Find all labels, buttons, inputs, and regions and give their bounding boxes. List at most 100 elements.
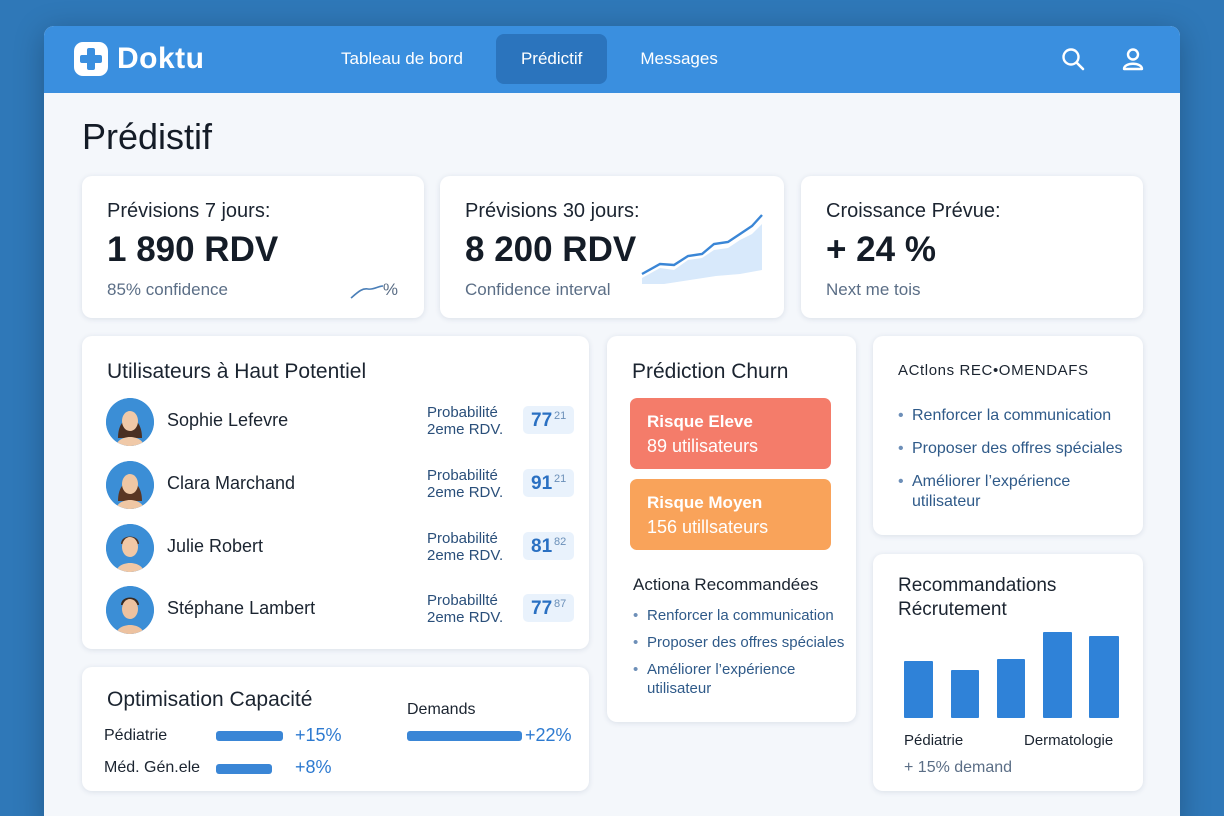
- forecast-sparkline: [641, 214, 763, 284]
- avatar: [106, 586, 154, 634]
- kpi-card-growth: Croissance Prévue: + 24 % Next me tois: [801, 176, 1143, 318]
- score-secondary: 21: [554, 410, 567, 422]
- demands-value: +22%: [525, 725, 572, 745]
- search-icon[interactable]: [1060, 46, 1086, 72]
- probability-label-line2: 2eme RDV.: [427, 421, 504, 438]
- page-title: Prédistif: [82, 116, 213, 157]
- recommended-actions-card: ACtlons REC•OMENDAFS Renforcer la commun…: [873, 336, 1143, 535]
- capacity-label: Pédiatrie: [104, 727, 168, 744]
- score-value: 81: [531, 536, 553, 557]
- list-item[interactable]: Sophie Lefevre Probabilité 2eme RDV. 77 …: [106, 398, 576, 448]
- probability-label: Probabilité 2eme RDV.: [427, 467, 503, 501]
- score-badge: 91 21: [523, 469, 574, 497]
- card-title: Recommandations Récrutement: [898, 574, 1056, 622]
- recruitment-bar: [951, 670, 979, 718]
- main-nav: Tableau de bord Prédictif Messages: [316, 34, 751, 84]
- nav-tab-predictive[interactable]: Prédictif: [495, 34, 608, 84]
- top-bar: Doktu Tableau de bord Prédictif Messages: [44, 26, 1180, 93]
- kpi-label: Croissance Prévue:: [826, 200, 1001, 222]
- axis-label-left: Pédiatrie: [904, 732, 964, 749]
- high-potential-users-card: Utilisateurs à Haut Potentiel Sophie Lef…: [82, 336, 589, 649]
- probability-label-line1: Probabilité: [427, 530, 498, 547]
- kpi-subtext: 85% confidence: [107, 280, 228, 299]
- score-secondary: 21: [554, 473, 567, 485]
- probability-label-line1: Probabilité: [427, 404, 498, 421]
- probability-label-line2: 2eme RDV.: [427, 484, 504, 501]
- actions-list: Renforcer la communication Proposer des …: [898, 406, 1136, 512]
- list-item[interactable]: Stéphane Lambert Probabillté 2eme RDV. 7…: [106, 586, 576, 636]
- user-name: Stéphane Lambert: [167, 598, 316, 618]
- top-actions: [1026, 46, 1146, 72]
- capacity-value: +8%: [295, 757, 332, 777]
- risk-title: Risque Moyen: [647, 493, 763, 512]
- probability-label-line1: Probabillté: [427, 592, 498, 609]
- avatar: [106, 461, 154, 509]
- user-name: Sophie Lefevre: [167, 410, 289, 430]
- capacity-bar: [216, 731, 283, 741]
- list-item: Renforcer la communication: [633, 606, 855, 625]
- user-name: Julie Robert: [167, 536, 264, 556]
- capacity-optimization-card: Optimisation Capacité Pédiatrie +15% Méd…: [82, 667, 589, 791]
- medical-cross-icon: [74, 42, 108, 76]
- card-title-line2: Récrutement: [898, 599, 1007, 620]
- score-value: 77: [531, 598, 553, 619]
- list-item[interactable]: Clara Marchand Probabilité 2eme RDV. 91 …: [106, 461, 576, 511]
- risk-count: 156 utillsateurs: [647, 517, 769, 537]
- recruitment-bar: [904, 661, 933, 718]
- capacity-label: Méd. Gén.ele: [104, 759, 201, 776]
- probability-label: Probabilité 2eme RDV.: [427, 404, 503, 438]
- risk-high-box[interactable]: Risque Eleve 89 utilisateurs: [630, 398, 831, 469]
- card-title: ACtlons REC•OMENDAFS: [898, 362, 1089, 379]
- capacity-value: +15%: [295, 725, 342, 745]
- demands-bar: [407, 731, 522, 741]
- score-badge: 77 21: [523, 406, 574, 434]
- probability-label-line2: 2eme RDV.: [427, 547, 504, 564]
- score-secondary: 82: [554, 536, 567, 548]
- card-title: Prédiction Churn: [632, 360, 789, 383]
- score-badge: 77 87: [523, 594, 574, 622]
- risk-title: Risque Eleve: [647, 412, 753, 431]
- recruitment-card: Recommandations Récrutement Pédiatrie De…: [873, 554, 1143, 791]
- card-title: Optimisation Capacité: [107, 688, 313, 711]
- logo[interactable]: Doktu: [74, 42, 205, 76]
- kpi-label: Prévisions 30 jours:: [465, 200, 640, 222]
- recruitment-bar: [1089, 636, 1119, 718]
- kpi-value: + 24 %: [826, 230, 936, 269]
- card-title: Utilisateurs à Haut Potentiel: [107, 360, 367, 383]
- capacity-bar: [216, 764, 272, 774]
- app-name: Doktu: [117, 42, 205, 75]
- user-name: Clara Marchand: [167, 473, 296, 493]
- churn-prediction-card: Prédiction Churn Risque Eleve 89 utilisa…: [607, 336, 856, 722]
- recruitment-bar: [1043, 632, 1072, 718]
- kpi-card-30-days: Prévisions 30 jours: 8 200 RDV Confidenc…: [440, 176, 784, 318]
- kpi-subtext: Next me tois: [826, 280, 921, 299]
- churn-actions-list: Renforcer la communication Proposer des …: [633, 606, 855, 698]
- demands-label: Demands: [407, 701, 476, 718]
- mini-trend-icon: [350, 285, 384, 299]
- list-item: Proposer des offres spéciales: [898, 439, 1136, 459]
- avatar: [106, 524, 154, 572]
- probability-label-line1: Probabilité: [427, 467, 498, 484]
- card-title-line1: Recommandations: [898, 575, 1057, 596]
- demand-footer: + 15% demand: [904, 759, 1013, 776]
- kpi-percent-sign: %: [382, 280, 398, 299]
- risk-medium-box[interactable]: Risque Moyen 156 utillsateurs: [630, 479, 831, 550]
- list-item: Améliorer l’expérience utilisateur: [898, 472, 1136, 512]
- probability-label: Probabilité 2eme RDV.: [427, 530, 503, 564]
- kpi-card-7-days: Prévisions 7 jours: 1 890 RDV 85% confid…: [82, 176, 424, 318]
- score-secondary: 87: [554, 598, 567, 610]
- kpi-value: 1 890 RDV: [107, 230, 279, 269]
- score-value: 91: [531, 473, 553, 494]
- list-item: Renforcer la communication: [898, 406, 1136, 426]
- probability-label: Probabillté 2eme RDV.: [427, 592, 503, 626]
- app-window: Doktu Tableau de bord Prédictif Messages…: [44, 26, 1180, 816]
- list-item[interactable]: Julie Robert Probabilité 2eme RDV. 81 82: [106, 524, 576, 574]
- kpi-label: Prévisions 7 jours:: [107, 200, 271, 222]
- recruitment-bar: [997, 659, 1025, 718]
- score-badge: 81 82: [523, 532, 574, 560]
- nav-tab-messages[interactable]: Messages: [615, 34, 742, 84]
- score-value: 77: [531, 410, 553, 431]
- axis-label-right: Dermatologie: [1024, 732, 1114, 749]
- nav-tab-dashboard[interactable]: Tableau de bord: [316, 34, 488, 84]
- user-icon[interactable]: [1120, 46, 1146, 72]
